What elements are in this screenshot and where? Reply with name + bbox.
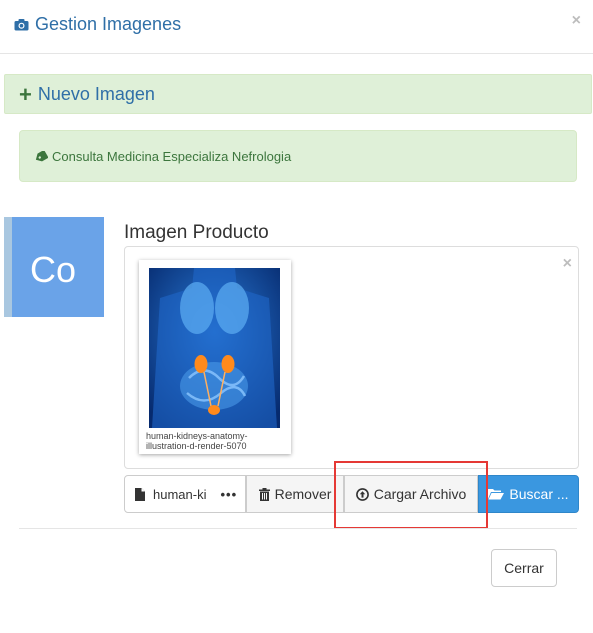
nuevo-imagen-panel: + Nuevo Imagen: [4, 74, 592, 114]
remove-button-label: Remover: [274, 486, 332, 502]
browse-button-label: Buscar ...: [509, 486, 569, 502]
file-caption-name: human-ki: [153, 486, 207, 502]
file-icon: [135, 487, 145, 501]
camera-icon: [14, 18, 29, 31]
thumbnail-caption: human-kidneys-anatomy-illustration-d-ren…: [146, 431, 248, 449]
plus-icon: +: [19, 81, 32, 107]
nuevo-imagen-heading: + Nuevo Imagen: [19, 81, 155, 107]
modal-header: Gestion Imagenes ×: [0, 0, 593, 54]
upload-circle-icon: [355, 487, 369, 501]
avatar-initials: Co: [30, 249, 77, 290]
close-icon[interactable]: ×: [572, 12, 581, 30]
upload-button[interactable]: Cargar Archivo: [344, 475, 478, 513]
kidney-anatomy-image: [149, 268, 280, 428]
modal-title: Gestion Imagenes: [14, 14, 181, 35]
close-button[interactable]: Cerrar: [491, 549, 557, 587]
info-alert: Consulta Medicina Especializa Nefrologia: [19, 130, 577, 182]
trash-icon: [258, 487, 270, 501]
nuevo-imagen-label: Nuevo Imagen: [37, 84, 155, 104]
footer-divider: [19, 528, 577, 529]
image-preview-frame: × human-kidneys-anatomy-illustration-d-r…: [124, 246, 579, 469]
gestion-imagenes-modal: Gestion Imagenes × + Nuevo Imagen Consul…: [0, 0, 593, 633]
remove-button[interactable]: Remover: [246, 475, 344, 513]
remove-preview-icon[interactable]: ×: [563, 255, 572, 273]
avatar: Co: [4, 217, 104, 317]
folder-open-icon: [488, 488, 505, 500]
browse-button[interactable]: Buscar ...: [478, 475, 579, 513]
upload-button-label: Cargar Archivo: [373, 486, 467, 502]
alert-text: Consulta Medicina Especializa Nefrologia: [52, 149, 292, 164]
file-caption-ellipsis: •••: [220, 486, 238, 502]
alert-text-row: Consulta Medicina Especializa Nefrologia: [35, 149, 291, 164]
imagen-producto-label: Imagen Producto: [124, 222, 269, 243]
modal-title-text: Gestion Imagenes: [35, 14, 182, 34]
tag-icon: [35, 151, 48, 162]
file-caption[interactable]: human-ki •••: [124, 475, 246, 513]
image-thumbnail: human-kidneys-anatomy-illustration-d-ren…: [139, 260, 291, 454]
